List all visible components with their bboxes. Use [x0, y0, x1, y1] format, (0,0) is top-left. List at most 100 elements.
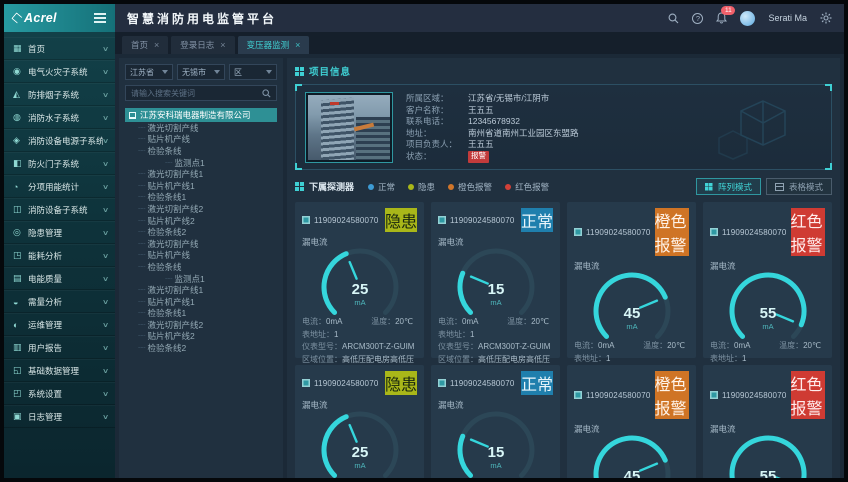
tree-node-label: 监测点1 — [174, 273, 204, 285]
detail-row-current-temp: 电流：0mA温度：20℃ — [302, 316, 417, 329]
detail-row-address: 表地址：1 — [438, 329, 553, 342]
sidebar-item-icon: ◭ — [13, 89, 28, 100]
sidebar-item-icon: ◉ — [13, 66, 28, 77]
user-avatar[interactable] — [740, 11, 755, 26]
detector-card-3[interactable]: 11909024580070红色报警漏电流55mA电流：0mA温度：20℃表地址… — [703, 202, 832, 358]
search-icon[interactable] — [668, 13, 679, 24]
svg-text:mA: mA — [762, 322, 773, 331]
sidebar-item-0[interactable]: ▦首页∨ — [4, 37, 115, 60]
tab-close-icon[interactable]: × — [220, 40, 225, 50]
chevron-down-icon: ∨ — [102, 413, 109, 421]
settings-gear-icon[interactable] — [820, 12, 832, 24]
gauge-container: 15mA — [438, 245, 553, 315]
tree-node-18[interactable]: ╌╌贴片机产线2 — [125, 331, 277, 343]
brand-area: Acrel — [4, 4, 115, 32]
card-header: 11909024580070 红色报警 — [710, 371, 825, 419]
sidebar-item-8[interactable]: ◎隐患管理∨ — [4, 221, 115, 244]
sidebar-item-icon: ▣ — [13, 411, 28, 422]
mode-button-1[interactable]: 表格模式 — [766, 178, 832, 195]
detail-row-address: 表地址：1 — [302, 329, 417, 342]
tree-node-6[interactable]: ╌╌检验条线1 — [125, 192, 277, 204]
detector-card-6[interactable]: 11909024580070橙色报警漏电流45mA电流：0mA温度：20℃表地址… — [567, 365, 696, 478]
tab-2[interactable]: 变压器监测× — [238, 36, 310, 54]
tree-node-11[interactable]: ╌╌贴片机产线 — [125, 250, 277, 262]
menu-collapse-icon[interactable] — [94, 11, 106, 25]
tree-connector: ╌╌ — [138, 228, 144, 236]
notifications-bell-icon[interactable]: 11 — [716, 12, 727, 24]
city-select[interactable]: 无锡市 — [177, 64, 225, 80]
sidebar-item-16[interactable]: ▣日志管理∨ — [4, 405, 115, 428]
tree-connector: ╌╌ — [138, 309, 144, 317]
sidebar-item-icon: ◐ — [13, 320, 28, 330]
sidebar-item-11[interactable]: ◒需量分析∨ — [4, 290, 115, 313]
detail-label: 温度： — [507, 317, 531, 326]
tree-node-10[interactable]: ╌╌激光切割产线 — [125, 238, 277, 250]
legend-item-3: 红色报警 — [505, 181, 549, 193]
sidebar-item-10[interactable]: ▤电能质量∨ — [4, 267, 115, 290]
tree-node-19[interactable]: ╌╌检验条线2 — [125, 342, 277, 354]
workspace: 江苏省 无锡市 区 江苏安科瑞电器制造有限公司 ╌╌激光切割产线╌╌贴片机产线╌… — [115, 54, 844, 478]
tree-connector: ╌╌ — [138, 344, 144, 352]
project-field-3: 地址：南州省道南州工业园区东盟路 — [406, 128, 579, 140]
sidebar-item-4[interactable]: ◈消防设备电源子系统∨ — [4, 129, 115, 152]
detector-card-5[interactable]: 11909024580070正常漏电流15mA电流：0mA温度：20℃表地址：1… — [431, 365, 560, 478]
sidebar-item-14[interactable]: ◱基础数据管理∨ — [4, 359, 115, 382]
tree-connector: ╌╌ — [138, 124, 144, 132]
tree-node-12[interactable]: ╌╌检验条线 — [125, 261, 277, 273]
tree-root-company[interactable]: 江苏安科瑞电器制造有限公司 — [125, 108, 277, 122]
sidebar-item-3[interactable]: ◍消防水子系统∨ — [4, 106, 115, 129]
field-label: 客户名称： — [406, 105, 468, 117]
project-field-2: 联系电话：12345678932 — [406, 116, 579, 128]
tree-node-3[interactable]: ╌╌监测点1 — [125, 157, 277, 169]
section-title: 项目信息 — [309, 64, 351, 78]
detector-card-1[interactable]: 11909024580070正常漏电流15mA电流：0mA温度：20℃表地址：1… — [431, 202, 560, 358]
tree-node-15[interactable]: ╌╌贴片机产线1 — [125, 296, 277, 308]
tree-node-4[interactable]: ╌╌激光切割产线1 — [125, 168, 277, 180]
sidebar-item-1[interactable]: ◉电气火灾子系统∨ — [4, 60, 115, 83]
tree-node-17[interactable]: ╌╌激光切割产线2 — [125, 319, 277, 331]
tab-close-icon[interactable]: × — [295, 40, 300, 50]
tab-0[interactable]: 首页× — [122, 36, 168, 54]
tab-close-icon[interactable]: × — [154, 40, 159, 50]
device-id: 11909024580070 — [722, 391, 787, 400]
tree-node-7[interactable]: ╌╌激光切割产线2 — [125, 203, 277, 215]
detector-card-4[interactable]: 11909024580070隐患漏电流25mA电流：0mA温度：20℃表地址：1… — [295, 365, 424, 478]
sidebar-item-5[interactable]: ◧防火门子系统∨ — [4, 152, 115, 175]
detector-card-0[interactable]: 11909024580070隐患漏电流25mA电流：0mA温度：20℃表地址：1… — [295, 202, 424, 358]
sidebar-item-12[interactable]: ◐运维管理∨ — [4, 313, 115, 336]
sidebar-item-15[interactable]: ◰系统设置∨ — [4, 382, 115, 405]
tree-node-16[interactable]: ╌╌检验条线1 — [125, 308, 277, 320]
svg-text:45: 45 — [623, 468, 640, 478]
sidebar-item-2[interactable]: ◭防排烟子系统∨ — [4, 83, 115, 106]
tab-1[interactable]: 登录日志× — [171, 36, 234, 54]
detector-card-2[interactable]: 11909024580070橙色报警漏电流45mA电流：0mA温度：20℃表地址… — [567, 202, 696, 358]
sidebar-item-9[interactable]: ◳能耗分析∨ — [4, 244, 115, 267]
tree-nodes: ╌╌激光切割产线╌╌贴片机产线╌╌检验条线╌╌监测点1╌╌激光切割产线1╌╌贴片… — [125, 122, 277, 354]
tree-node-9[interactable]: ╌╌检验条线2 — [125, 226, 277, 238]
sidebar-item-icon: ◔ — [13, 182, 28, 192]
tree-node-1[interactable]: ╌╌贴片机产线 — [125, 134, 277, 146]
province-select[interactable]: 江苏省 — [125, 64, 173, 80]
district-select[interactable]: 区 — [229, 64, 277, 80]
search-icon[interactable] — [262, 89, 271, 98]
tree-node-13[interactable]: ╌╌监测点1 — [125, 273, 277, 285]
mode-button-0[interactable]: 阵列模式 — [696, 178, 761, 195]
tree-node-0[interactable]: ╌╌激光切割产线 — [125, 122, 277, 134]
sidebar-item-6[interactable]: ◔分项用能统计∨ — [4, 175, 115, 198]
temp-pair: 温度：20℃ — [371, 316, 417, 329]
device-icon — [710, 228, 718, 236]
tree-node-2[interactable]: ╌╌检验条线 — [125, 145, 277, 157]
tree-node-5[interactable]: ╌╌贴片机产线1 — [125, 180, 277, 192]
card-status-badge: 红色报警 — [791, 371, 826, 419]
tree-search-input[interactable] — [131, 89, 256, 98]
sidebar-item-7[interactable]: ◫消防设备子系统∨ — [4, 198, 115, 221]
chevron-down-icon: ∨ — [102, 275, 109, 283]
card-header: 11909024580070红色报警 — [710, 208, 825, 256]
detector-card-7[interactable]: 11909024580070红色报警漏电流55mA电流：0mA温度：20℃表地址… — [703, 365, 832, 478]
tree-node-8[interactable]: ╌╌贴片机产线2 — [125, 215, 277, 227]
help-icon[interactable]: ? — [692, 13, 703, 24]
sidebar-item-13[interactable]: ▥用户报告∨ — [4, 336, 115, 359]
gauge-container: 45mA — [574, 269, 689, 339]
tree-node-label: 激光切割产线2 — [147, 203, 203, 215]
tree-node-14[interactable]: ╌╌激光切割产线1 — [125, 284, 277, 296]
